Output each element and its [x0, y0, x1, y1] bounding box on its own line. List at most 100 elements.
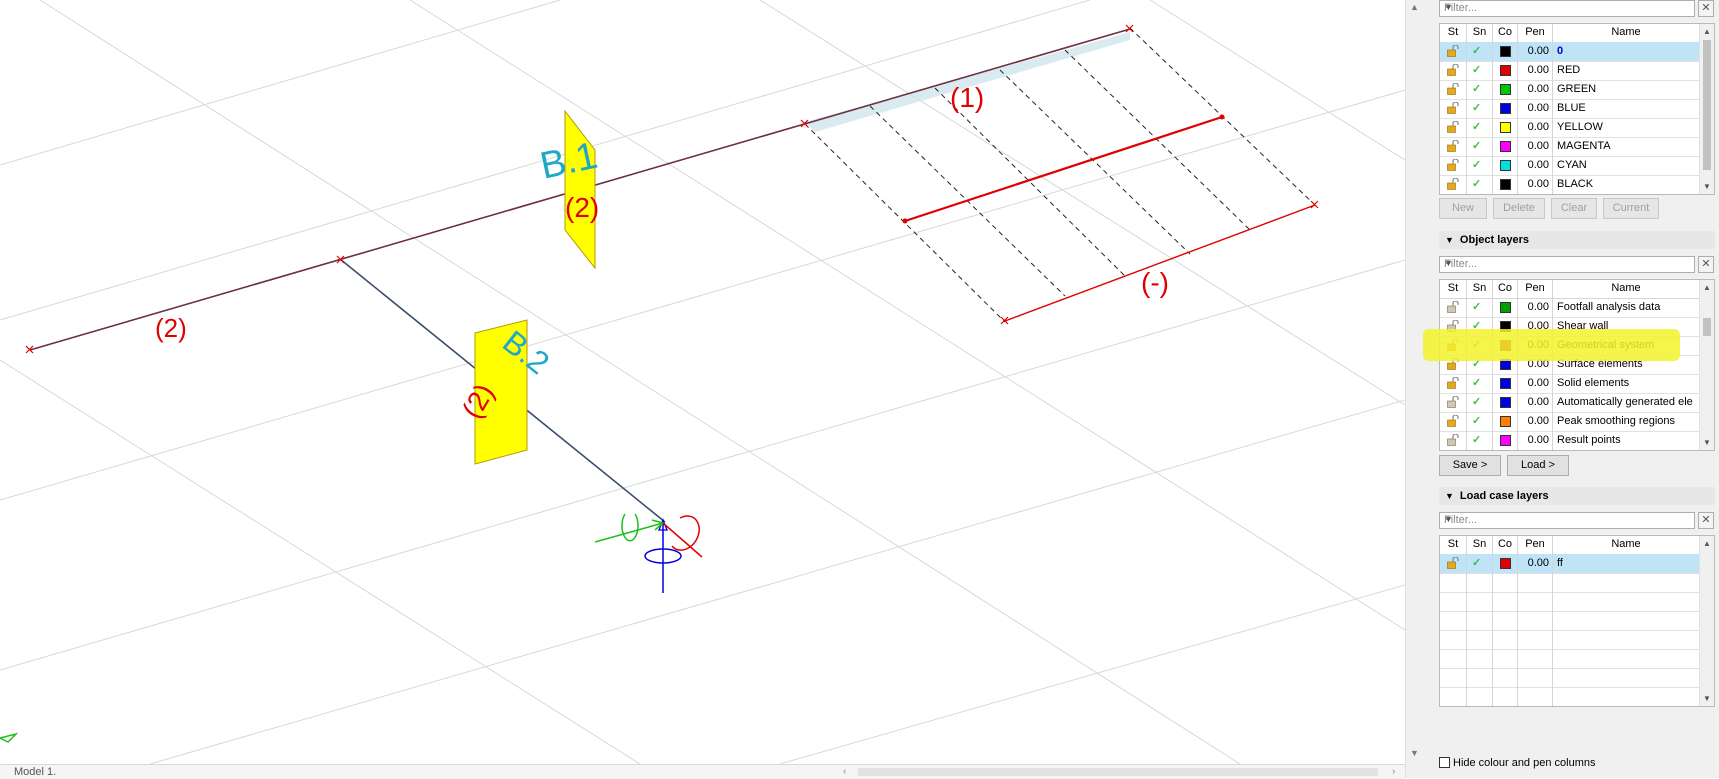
lock-icon[interactable] — [1447, 433, 1460, 446]
layer-name[interactable]: Solid elements — [1557, 374, 1697, 393]
layer-row[interactable]: ✓ 0.00 Solid elements — [1440, 374, 1699, 393]
chevron-down-icon[interactable]: ▼ — [1444, 258, 1691, 268]
color-swatch[interactable] — [1500, 397, 1511, 408]
current-layer-button[interactable]: Current — [1603, 198, 1659, 219]
lock-icon[interactable] — [1447, 177, 1460, 190]
checkmark-icon[interactable]: ✓ — [1472, 554, 1492, 573]
color-swatch[interactable] — [1500, 302, 1511, 313]
load-case-filter-input[interactable]: Filter... ▼ — [1439, 512, 1695, 529]
layer-name[interactable]: RED — [1557, 61, 1697, 80]
load-case-layers-section-header[interactable]: ▼ Load case layers — [1439, 487, 1715, 505]
color-swatch[interactable] — [1500, 103, 1511, 114]
save-layers-button[interactable]: Save > — [1439, 455, 1501, 476]
layers-table[interactable]: St Sn Co Pen Name ✓ 0.00 0 ✓ 0.00 RED ✓ 0.00 GRE… — [1439, 23, 1715, 195]
layer-row[interactable]: ✓ 0.00 Result points — [1440, 431, 1699, 450]
lock-icon[interactable] — [1447, 139, 1460, 152]
lock-icon[interactable] — [1447, 376, 1460, 389]
viewport-vertical-scrollbar[interactable]: ▲ ▼ — [1405, 0, 1424, 778]
checkmark-icon[interactable]: ✓ — [1472, 393, 1492, 412]
slab[interactable] — [804, 27, 1316, 323]
checkmark-icon[interactable]: ✓ — [1472, 431, 1492, 450]
lock-icon[interactable] — [1447, 414, 1460, 427]
layers-filter-clear-button[interactable]: ✕ — [1698, 0, 1714, 17]
model-viewport[interactable]: (2) (2) (2) (1) (-) B.1 B.2 — [0, 0, 1405, 764]
checkmark-icon[interactable]: ✓ — [1472, 118, 1492, 137]
checkmark-icon[interactable]: ✓ — [1472, 137, 1492, 156]
clear-layer-button[interactable]: Clear — [1551, 198, 1597, 219]
color-swatch[interactable] — [1500, 558, 1511, 569]
lock-icon[interactable] — [1447, 44, 1460, 57]
model-canvas[interactable]: (2) (2) (2) (1) (-) B.1 B.2 — [0, 0, 1405, 764]
new-layer-button[interactable]: New — [1439, 198, 1487, 219]
scroll-left-icon[interactable]: ‹ — [843, 765, 846, 779]
layer-row[interactable]: ✓ 0.00 GREEN — [1440, 80, 1699, 99]
chevron-down-icon[interactable]: ▼ — [1444, 2, 1691, 12]
checkmark-icon[interactable]: ✓ — [1472, 61, 1492, 80]
color-swatch[interactable] — [1500, 435, 1511, 446]
load-layers-button[interactable]: Load > — [1507, 455, 1569, 476]
checkmark-icon[interactable]: ✓ — [1472, 412, 1492, 431]
layer-name[interactable]: MAGENTA — [1557, 137, 1697, 156]
color-swatch[interactable] — [1500, 416, 1511, 427]
checkmark-icon[interactable]: ✓ — [1472, 156, 1492, 175]
horizontal-scrollbar[interactable]: Model 1. ‹ › — [0, 764, 1405, 779]
color-swatch[interactable] — [1500, 122, 1511, 133]
object-layers-table[interactable]: St Sn Co Pen Name ✓ 0.00 Footfall analysis… — [1439, 279, 1715, 451]
scroll-up-icon[interactable]: ▲ — [1410, 2, 1419, 12]
hide-columns-checkbox[interactable]: Hide colour and pen columns — [1439, 757, 1595, 769]
checkbox-box[interactable] — [1439, 757, 1450, 768]
tab-model[interactable]: Model 1. — [4, 765, 65, 779]
load-case-table-scrollbar[interactable]: ▲ ▼ — [1699, 536, 1714, 706]
layer-row[interactable]: ✓ 0.00 ff — [1440, 554, 1699, 573]
layer-name[interactable]: Automatically generated ele — [1557, 393, 1697, 412]
layer-row[interactable]: ✓ 0.00 Automatically generated ele — [1440, 393, 1699, 412]
color-swatch[interactable] — [1500, 46, 1511, 57]
layer-name[interactable]: CYAN — [1557, 156, 1697, 175]
color-swatch[interactable] — [1500, 378, 1511, 389]
lock-icon[interactable] — [1447, 300, 1460, 313]
layer-name[interactable]: Peak smoothing regions — [1557, 412, 1697, 431]
scroll-right-icon[interactable]: › — [1392, 765, 1395, 779]
lock-icon[interactable] — [1447, 556, 1460, 569]
layer-row[interactable]: ✓ 0.00 CYAN — [1440, 156, 1699, 175]
checkmark-icon[interactable]: ✓ — [1472, 374, 1492, 393]
horizontal-scroll-thumb[interactable] — [858, 768, 1378, 776]
checkmark-icon[interactable]: ✓ — [1472, 99, 1492, 118]
lock-icon[interactable] — [1447, 158, 1460, 171]
object-layers-section-header[interactable]: ▼ Object layers — [1439, 231, 1715, 249]
lock-icon[interactable] — [1447, 82, 1460, 95]
layer-name[interactable]: Result points — [1557, 431, 1697, 450]
checkmark-icon[interactable]: ✓ — [1472, 298, 1492, 317]
layer-name[interactable]: Footfall analysis data — [1557, 298, 1697, 317]
collapse-triangle-icon[interactable]: ▼ — [1445, 491, 1454, 501]
chevron-down-icon[interactable]: ▼ — [1444, 514, 1691, 524]
color-swatch[interactable] — [1500, 84, 1511, 95]
line-load[interactable] — [904, 115, 1223, 223]
layer-name[interactable]: GREEN — [1557, 80, 1697, 99]
color-swatch[interactable] — [1500, 65, 1511, 76]
color-swatch[interactable] — [1500, 179, 1511, 190]
layer-row[interactable]: ✓ 0.00 YELLOW — [1440, 118, 1699, 137]
layer-row[interactable]: ✓ 0.00 RED — [1440, 61, 1699, 80]
layer-row[interactable]: ✓ 0.00 Peak smoothing regions — [1440, 412, 1699, 431]
layer-row[interactable]: ✓ 0.00 0 — [1440, 42, 1699, 61]
collapse-triangle-icon[interactable]: ▼ — [1445, 235, 1454, 245]
layer-name[interactable]: BLUE — [1557, 99, 1697, 118]
checkmark-icon[interactable]: ✓ — [1472, 80, 1492, 99]
object-layers-filter-clear-button[interactable]: ✕ — [1698, 256, 1714, 273]
layer-name[interactable]: 0 — [1557, 42, 1697, 61]
lock-icon[interactable] — [1447, 395, 1460, 408]
layer-name[interactable]: YELLOW — [1557, 118, 1697, 137]
object-layers-filter-input[interactable]: Filter... ▼ — [1439, 256, 1695, 273]
lock-icon[interactable] — [1447, 63, 1460, 76]
delete-layer-button[interactable]: Delete — [1493, 198, 1545, 219]
layer-name[interactable]: ff — [1557, 554, 1697, 573]
color-swatch[interactable] — [1500, 160, 1511, 171]
layer-row[interactable]: ✓ 0.00 Footfall analysis data — [1440, 298, 1699, 317]
load-case-filter-clear-button[interactable]: ✕ — [1698, 512, 1714, 529]
lock-icon[interactable] — [1447, 120, 1460, 133]
layer-row[interactable]: ✓ 0.00 BLACK — [1440, 175, 1699, 194]
layers-filter-input[interactable]: Filter... ▼ — [1439, 0, 1695, 17]
slab-edge[interactable] — [1004, 204, 1316, 322]
layer-name[interactable]: BLACK — [1557, 175, 1697, 194]
